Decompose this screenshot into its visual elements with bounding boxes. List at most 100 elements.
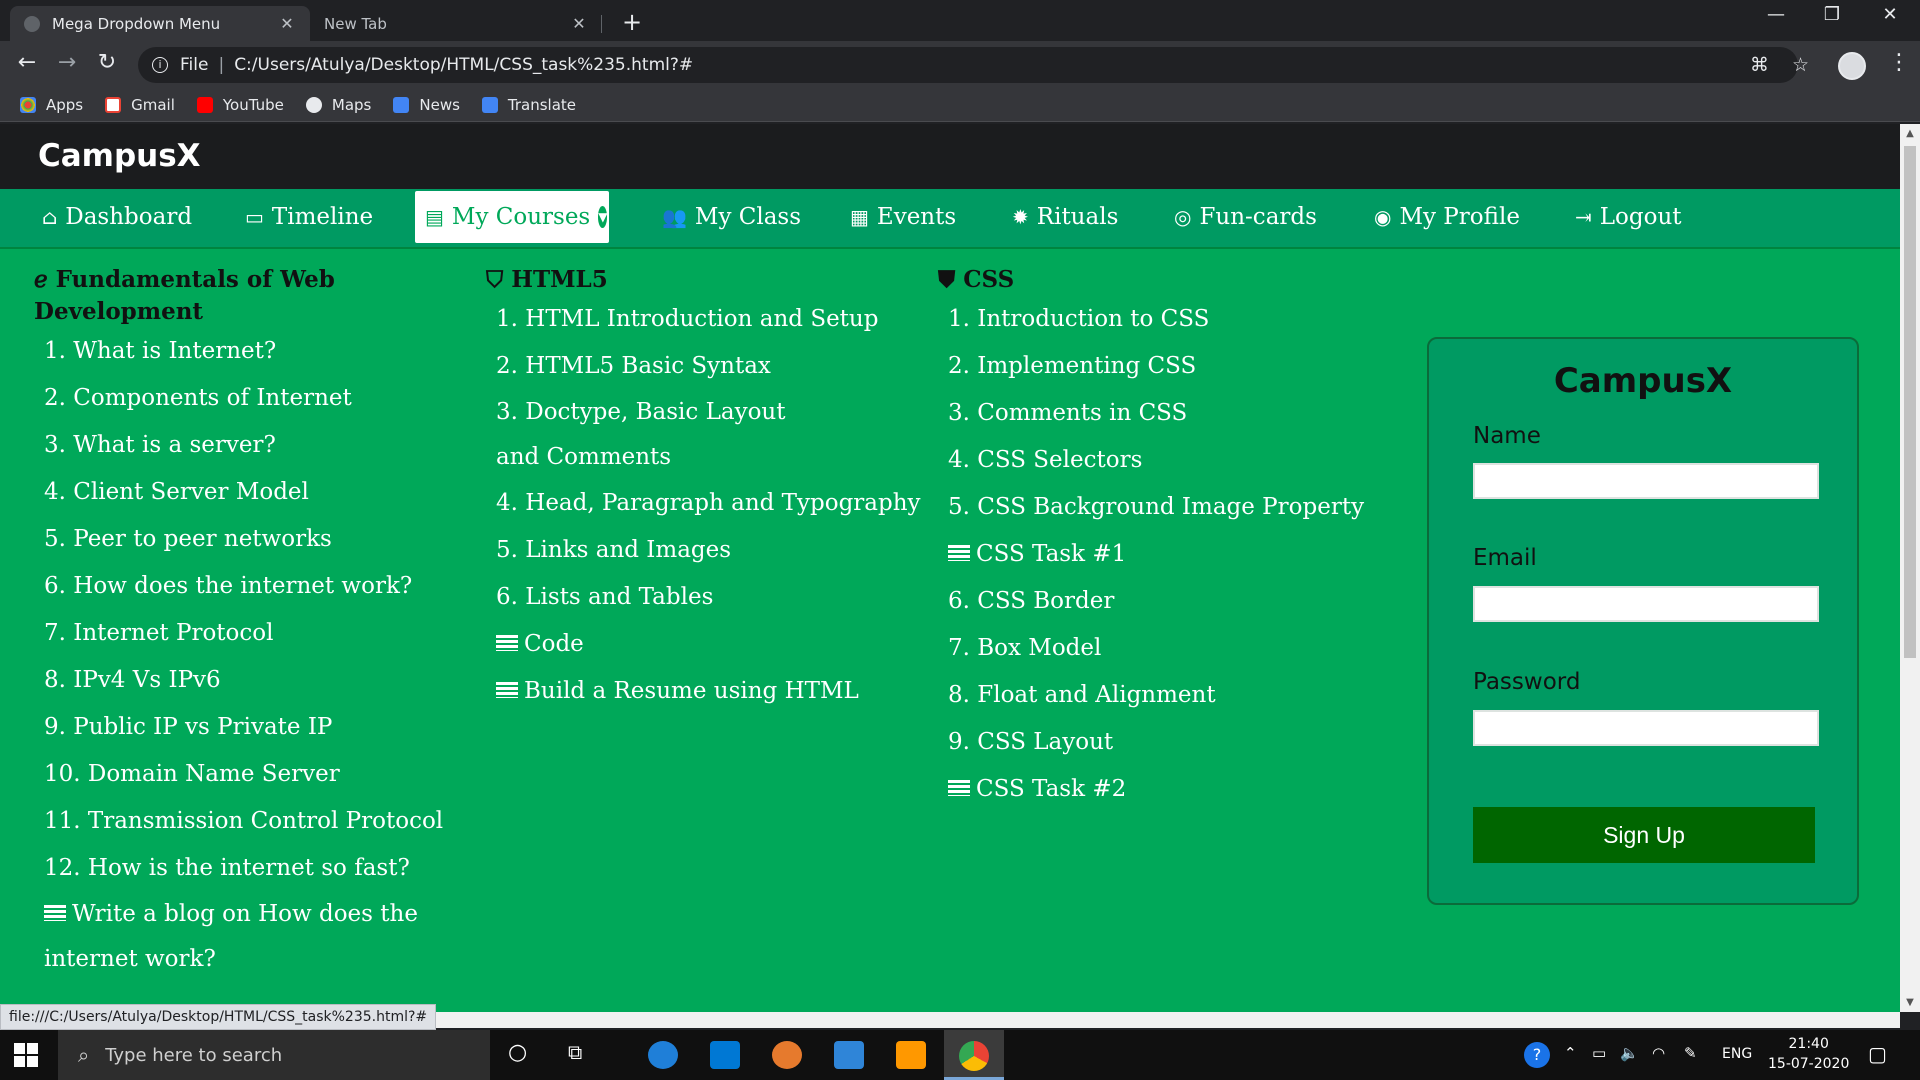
wifi-icon[interactable]: ◠ bbox=[1652, 1044, 1665, 1062]
menu-fun-cards[interactable]: ◎ Fun-cards bbox=[1164, 191, 1327, 243]
menu-logout[interactable]: ⇥ Logout bbox=[1565, 191, 1692, 243]
store-icon[interactable] bbox=[710, 1041, 740, 1069]
lesson-link[interactable]: 7. Internet Protocol bbox=[34, 610, 444, 657]
lesson-link[interactable]: 4. Head, Paragraph and Typography bbox=[486, 480, 921, 527]
pen-icon[interactable]: ✎ bbox=[1684, 1044, 1697, 1062]
star-icon[interactable]: ☆ bbox=[1792, 54, 1809, 76]
email-field[interactable] bbox=[1473, 586, 1819, 622]
lesson-link[interactable]: 3. Comments in CSS bbox=[938, 390, 1378, 437]
sublime-text-icon[interactable] bbox=[896, 1041, 926, 1069]
scrollbar-thumb[interactable] bbox=[1904, 146, 1916, 658]
reload-icon[interactable]: ↻ bbox=[92, 50, 122, 75]
gear-icon: ✹ bbox=[1012, 205, 1029, 229]
lesson-link[interactable]: 9. CSS Layout bbox=[938, 719, 1378, 766]
profile-avatar[interactable] bbox=[1838, 52, 1866, 80]
menu-my-profile[interactable]: ◉ My Profile bbox=[1364, 191, 1530, 243]
lesson-link[interactable]: 5. Links and Images bbox=[486, 527, 896, 574]
lesson-link[interactable]: 4. Client Server Model bbox=[34, 469, 444, 516]
back-icon[interactable]: ← bbox=[12, 50, 42, 75]
forward-icon[interactable]: → bbox=[52, 50, 82, 75]
lesson-link[interactable]: 9. Public IP vs Private IP bbox=[34, 704, 444, 751]
bookmark-apps[interactable]: Apps bbox=[20, 96, 83, 114]
menu-events[interactable]: ▦ Events bbox=[840, 191, 966, 243]
info-icon[interactable]: i bbox=[152, 57, 168, 73]
password-field[interactable] bbox=[1473, 710, 1819, 746]
lesson-link[interactable]: 7. Box Model bbox=[938, 625, 1378, 672]
menu-my-class[interactable]: 👥 My Class bbox=[652, 191, 811, 243]
lesson-link[interactable]: 6. CSS Border bbox=[938, 578, 1378, 625]
media-app-icon[interactable] bbox=[772, 1041, 802, 1069]
task-link[interactable]: Build a Resume using HTML bbox=[486, 668, 896, 715]
system-clock[interactable]: 21:40 15-07-2020 bbox=[1768, 1034, 1849, 1074]
task-view-icon[interactable]: ⧉ bbox=[568, 1040, 582, 1064]
close-tab-icon[interactable]: ✕ bbox=[278, 14, 296, 33]
close-window-icon[interactable]: ✕ bbox=[1862, 4, 1918, 25]
lesson-link[interactable]: 8. IPv4 Vs IPv6 bbox=[34, 657, 444, 704]
name-field[interactable] bbox=[1473, 463, 1819, 499]
taskbar-search[interactable]: ⌕ Type here to search bbox=[58, 1030, 490, 1080]
browser-tab-inactive[interactable]: New Tab ✕ bbox=[310, 6, 602, 41]
task-link[interactable]: Code bbox=[486, 621, 896, 668]
menu-rituals[interactable]: ✹ Rituals bbox=[1002, 191, 1128, 243]
address-bar[interactable]: i File | C:/Users/Atulya/Desktop/HTML/CS… bbox=[138, 47, 1798, 83]
lesson-link[interactable]: 5. CSS Background Image Property bbox=[938, 484, 1378, 531]
task-link[interactable]: CSS Task #2 bbox=[938, 766, 1378, 813]
lesson-link[interactable]: 1. HTML Introduction and Setup bbox=[486, 296, 896, 343]
lesson-link[interactable]: 2. HTML5 Basic Syntax bbox=[486, 343, 896, 390]
lesson-link[interactable]: 3. Doctype, Basic Layout and Comments bbox=[486, 390, 826, 480]
lesson-link[interactable]: 1. What is Internet? bbox=[34, 328, 444, 375]
cortana-icon[interactable]: ○ bbox=[508, 1040, 527, 1065]
bookmark-youtube[interactable]: YouTube bbox=[196, 95, 284, 114]
bookmark-news[interactable]: News bbox=[393, 96, 460, 114]
lesson-link[interactable]: 6. Lists and Tables bbox=[486, 574, 896, 621]
brand-logo-text[interactable]: CampusX bbox=[38, 138, 201, 174]
sign-up-button[interactable]: Sign Up bbox=[1473, 807, 1815, 863]
lesson-link[interactable]: 2. Components of Internet bbox=[34, 375, 444, 422]
minimize-icon[interactable]: — bbox=[1748, 4, 1804, 25]
task-label: Code bbox=[524, 631, 584, 657]
menu-timeline[interactable]: ▭ Timeline bbox=[235, 191, 383, 243]
help-icon[interactable]: ? bbox=[1524, 1042, 1550, 1068]
bookmark-translate[interactable]: Translate bbox=[481, 96, 576, 114]
restore-icon[interactable]: ❐ bbox=[1804, 4, 1860, 25]
task-link[interactable]: Write a blog on How does the internet wo… bbox=[34, 892, 444, 982]
url-separator: | bbox=[218, 55, 225, 75]
edge-browser-icon[interactable] bbox=[648, 1041, 678, 1069]
mail-icon[interactable] bbox=[834, 1041, 864, 1069]
lesson-link[interactable]: 10. Domain Name Server bbox=[34, 751, 444, 798]
language-indicator[interactable]: ENG bbox=[1722, 1046, 1752, 1062]
close-tab-icon[interactable]: ✕ bbox=[570, 14, 588, 33]
menu-my-courses[interactable]: ▤ My Courses ▼ bbox=[415, 191, 609, 243]
notifications-icon[interactable]: ▢ bbox=[1868, 1042, 1887, 1066]
scroll-up-icon[interactable]: ▲ bbox=[1900, 128, 1920, 139]
menu-kebab-icon[interactable]: ⋮ bbox=[1888, 50, 1910, 75]
lesson-link[interactable]: 6. How does the internet work? bbox=[34, 563, 444, 610]
bookmark-label: YouTube bbox=[222, 95, 284, 114]
new-tab-icon[interactable]: + bbox=[622, 8, 642, 36]
lesson-link[interactable]: 12. How is the internet so fast? bbox=[34, 845, 444, 892]
lesson-link[interactable]: 8. Float and Alignment bbox=[938, 672, 1378, 719]
browser-tab-active[interactable]: Mega Dropdown Menu ✕ bbox=[10, 6, 310, 41]
task-link[interactable]: CSS Task #1 bbox=[938, 531, 1378, 578]
lesson-link[interactable]: 5. Peer to peer networks bbox=[34, 516, 444, 563]
youtube-icon bbox=[196, 96, 213, 113]
windows-start-icon[interactable] bbox=[14, 1043, 38, 1067]
translate-page-icon[interactable]: ⌘ bbox=[1750, 54, 1769, 76]
scroll-down-icon[interactable]: ▼ bbox=[1900, 997, 1920, 1008]
battery-icon[interactable]: ▭ bbox=[1592, 1044, 1606, 1062]
bookmark-maps[interactable]: Maps bbox=[305, 96, 371, 114]
lesson-link[interactable]: 4. CSS Selectors bbox=[938, 437, 1378, 484]
bookmark-gmail[interactable]: Gmail bbox=[105, 96, 175, 114]
lesson-link[interactable]: 3. What is a server? bbox=[34, 422, 444, 469]
menu-dashboard[interactable]: ⌂ Dashboard bbox=[32, 191, 202, 243]
page-viewport: CampusX ⌂ Dashboard ▭ Timeline ▤ My Cour… bbox=[0, 124, 1900, 1012]
lesson-link[interactable]: 11. Transmission Control Protocol bbox=[34, 798, 444, 845]
lesson-link[interactable]: 1. Introduction to CSS bbox=[938, 296, 1378, 343]
task-list-icon bbox=[44, 905, 66, 921]
chrome-taskbar-button[interactable] bbox=[944, 1030, 1004, 1080]
brand-bar: CampusX bbox=[0, 124, 1900, 189]
vertical-scrollbar[interactable]: ▲ ▼ bbox=[1900, 124, 1920, 1012]
volume-icon[interactable]: 🔈 bbox=[1620, 1044, 1639, 1062]
chevron-up-icon[interactable]: ⌃ bbox=[1564, 1044, 1577, 1062]
lesson-link[interactable]: 2. Implementing CSS bbox=[938, 343, 1378, 390]
